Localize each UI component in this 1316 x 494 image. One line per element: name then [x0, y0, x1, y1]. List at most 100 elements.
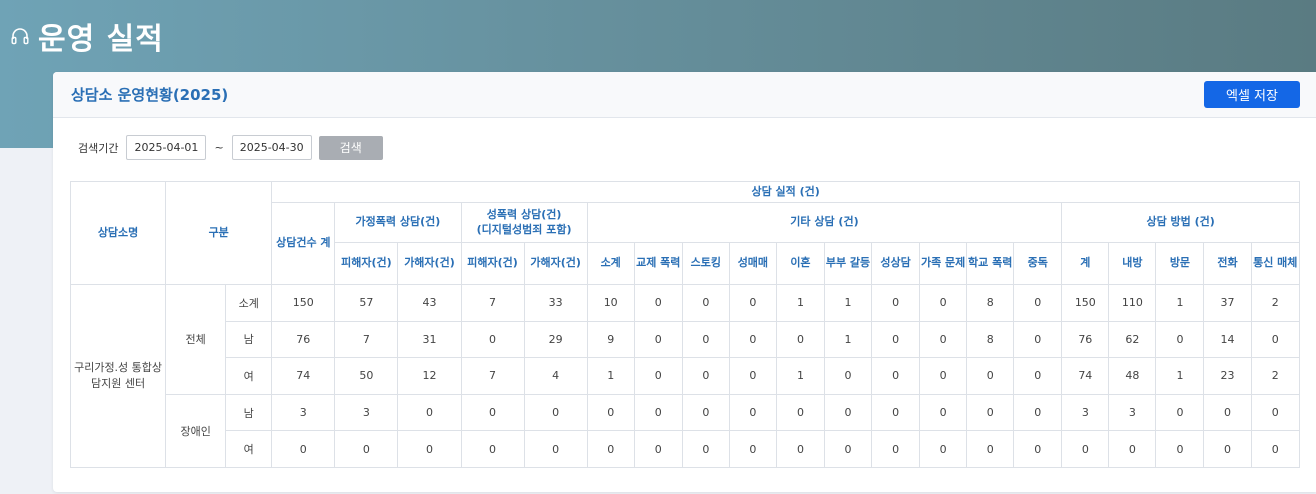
table-cell: 0 [823, 430, 873, 468]
table-cell: 48 [1108, 357, 1157, 395]
table-cell: 0 [919, 320, 968, 359]
table-cell: 0 [1061, 430, 1110, 468]
table-cell: 2 [1250, 284, 1301, 322]
table-cell: 0 [633, 357, 683, 395]
col-dating-violence: 교제 폭력 [633, 242, 683, 285]
table-cell: 0 [919, 430, 968, 468]
table-cell: 0 [633, 393, 683, 432]
table-cell: 1 [775, 357, 825, 395]
table-cell: 3 [271, 393, 336, 432]
table-cell: 0 [775, 393, 825, 432]
search-period-label: 검색기간 [78, 141, 119, 155]
col-total-count: 상담건수 계 [271, 202, 336, 285]
table-cell: 10 [586, 284, 635, 322]
table-cell: 0 [1013, 320, 1063, 359]
start-date-input[interactable] [126, 135, 207, 160]
table-cell: 0 [681, 320, 730, 359]
table-cell: 0 [1013, 393, 1063, 432]
table-cell: 62 [1108, 320, 1157, 359]
table-cell: 0 [871, 393, 921, 432]
table-cell: 150 [1061, 284, 1110, 322]
end-date-input[interactable] [231, 135, 312, 160]
table-cell: 0 [1203, 393, 1252, 432]
table-cell: 9 [586, 320, 635, 359]
col-domestic-offender: 가해자(건) [397, 242, 462, 285]
table-cell: 0 [728, 357, 777, 395]
operation-status-card: 상담소 운영현황(2025) 엑셀 저장 검색기간 ~ 검색 상담소명 구분 상… [53, 72, 1316, 492]
table-cell: 0 [871, 320, 921, 359]
table-row: 여 74 50 12 7 4 1 0 0 0 1 0 0 0 0 0 74 48 1 23 2 [71, 357, 1301, 395]
table-cell: 0 [823, 357, 873, 395]
table-cell: 0 [1155, 430, 1205, 468]
page-title-wrap: 운영 실적 [10, 14, 164, 58]
table-cell: 31 [397, 320, 462, 359]
table-cell: 0 [1250, 430, 1301, 468]
table-cell: 0 [1203, 430, 1252, 468]
table-cell: 0 [728, 320, 777, 359]
excel-save-button[interactable]: 엑셀 저장 [1204, 81, 1300, 108]
table-cell: 0 [919, 393, 968, 432]
page-title: 운영 실적 [38, 22, 164, 57]
col-couple-conflict: 부부 갈등 [823, 242, 873, 285]
col-center-name: 상담소명 [69, 181, 167, 285]
table-cell: 0 [775, 320, 825, 359]
table-cell: 1 [586, 357, 635, 395]
table-cell: 12 [397, 357, 462, 395]
table-cell: 0 [966, 357, 1015, 395]
table-row: 남 76 7 31 0 29 9 0 0 0 0 1 0 0 8 0 76 62 0 14 0 [71, 320, 1301, 359]
group-cell: 장애인 [165, 393, 227, 468]
table-cell: 0 [966, 393, 1015, 432]
table-cell: 76 [1061, 320, 1110, 359]
col-sex-counseling: 성상담 [871, 242, 921, 285]
search-button[interactable]: 검색 [318, 135, 383, 160]
table-cell: 0 [460, 430, 525, 468]
table-cell: 0 [681, 357, 730, 395]
table-cell: 43 [397, 284, 462, 322]
table-row: 여00000000000000000000 [71, 430, 1301, 468]
headphones-icon [11, 28, 29, 45]
table-cell: 0 [1013, 357, 1063, 395]
table-cell: 1 [1155, 284, 1205, 322]
col-visit-out: 방문 [1155, 242, 1205, 285]
table-cell: 0 [681, 284, 730, 322]
table-cell: 0 [633, 284, 683, 322]
table-cell: 0 [823, 393, 873, 432]
table-cell: 0 [1013, 284, 1063, 322]
table-cell: 0 [633, 320, 683, 359]
table-cell: 0 [871, 430, 921, 468]
table-cell: 150 [271, 284, 336, 322]
table-cell: 7 [460, 357, 525, 395]
col-online: 통신 매체 [1250, 242, 1301, 285]
table-cell: 4 [523, 357, 588, 395]
table-cell: 8 [966, 284, 1015, 322]
col-visit-in: 내방 [1108, 242, 1157, 285]
table-cell: 0 [871, 284, 921, 322]
table-cell: 0 [1155, 393, 1205, 432]
table-cell: 0 [728, 430, 777, 468]
table-cell: 0 [633, 430, 683, 468]
table-cell: 0 [460, 320, 525, 359]
col-stalking: 스토킹 [681, 242, 730, 285]
table-header-row: 상담소명 구분 상담 실적 (건) [69, 181, 1300, 285]
table-cell: 0 [681, 430, 730, 468]
table-cell: 0 [919, 357, 968, 395]
table-cell: 0 [586, 430, 635, 468]
card-header: 상담소 운영현황(2025) 엑셀 저장 [53, 72, 1316, 118]
subgroup-cell: 소계 [225, 284, 273, 322]
col-other-subtotal: 소계 [586, 242, 635, 285]
col-method-total: 계 [1061, 242, 1110, 285]
table-cell: 0 [1013, 430, 1063, 468]
operation-stats-table: 상담소명 구분 상담 실적 (건) 상담건수 계 가정폭력 상담(건) 성폭력 … [69, 181, 1301, 468]
table-cell: 23 [1203, 357, 1252, 395]
search-period-bar: 검색기간 ~ 검색 [78, 135, 383, 160]
table-cell: 33 [523, 284, 588, 322]
table-cell: 3 [1108, 393, 1157, 432]
col-category: 구분 [165, 181, 273, 285]
col-sexual-violence-note: (디지털성범죄 포함) [476, 222, 572, 236]
table-cell: 74 [271, 357, 336, 395]
table-cell: 57 [334, 284, 399, 322]
table-cell: 0 [334, 430, 399, 468]
table-cell: 0 [1250, 393, 1301, 432]
table-cell: 1 [823, 284, 873, 322]
date-range-separator: ~ [214, 141, 224, 154]
